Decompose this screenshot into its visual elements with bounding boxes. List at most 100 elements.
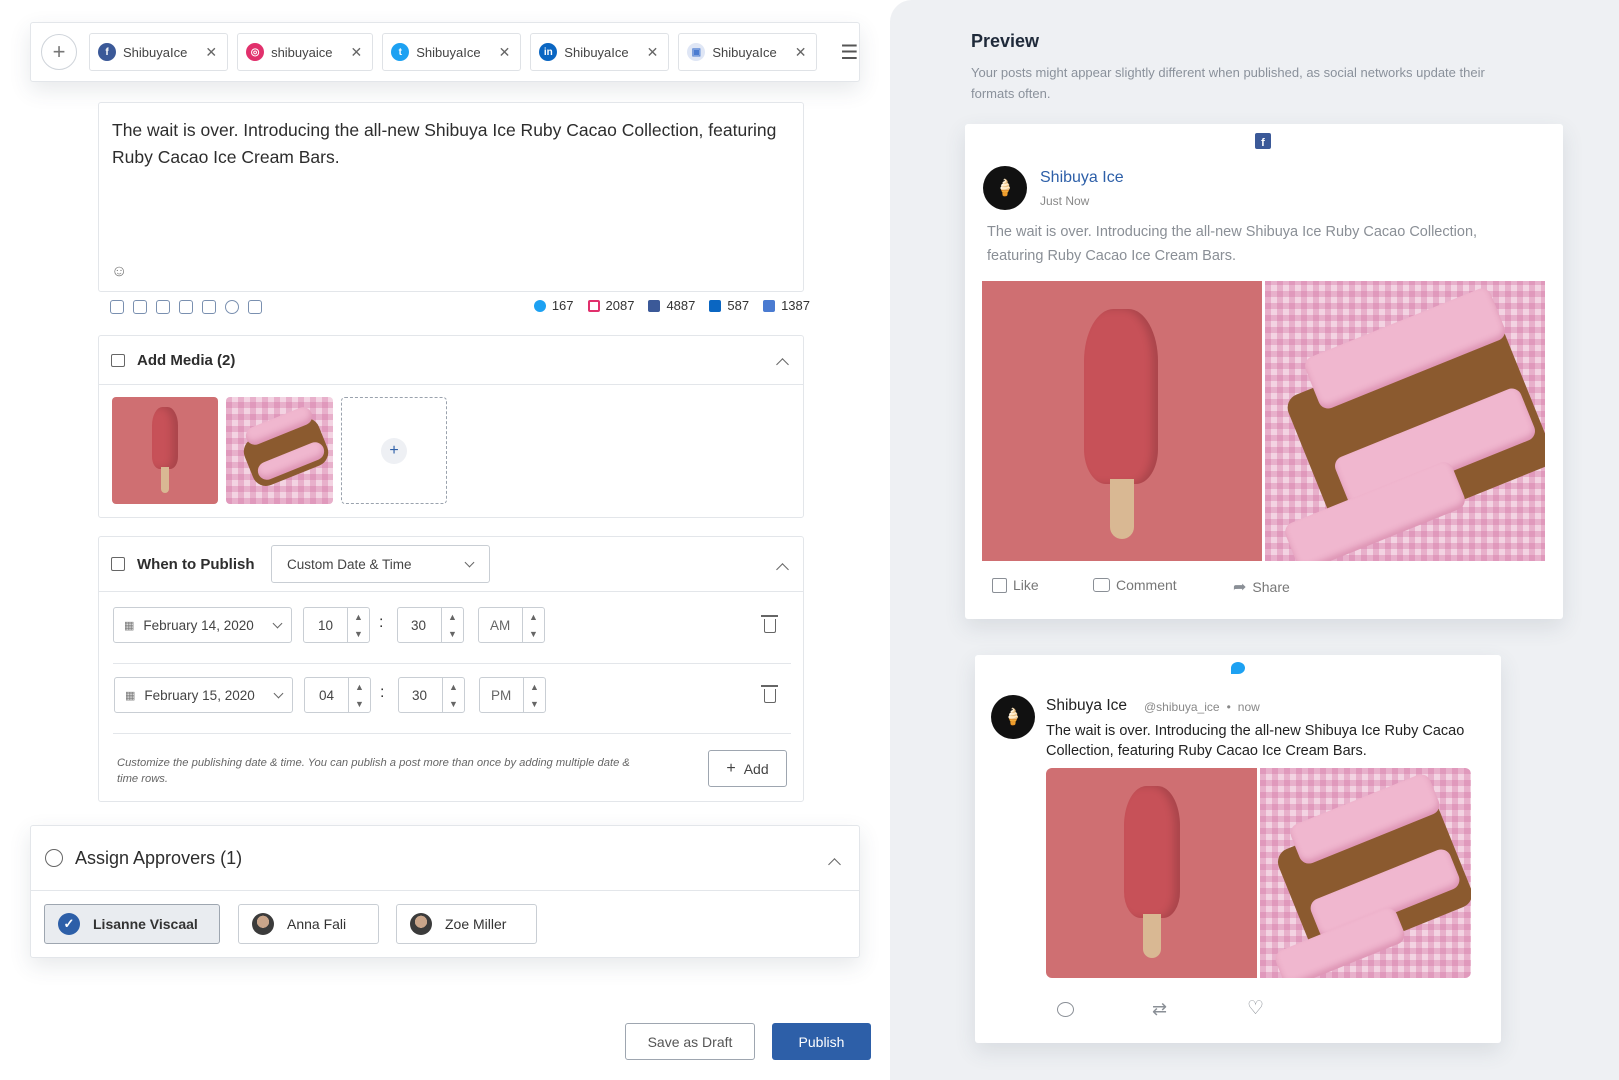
approvers-section: Assign Approvers (1) ✓ Lisanne Viscaal A… bbox=[30, 825, 860, 958]
tag-icon[interactable] bbox=[133, 299, 147, 314]
linkedin-icon: in bbox=[539, 43, 558, 61]
publish-section: When to Publish Custom Date & Time ▦ Febr… bbox=[98, 536, 804, 802]
target-icon[interactable] bbox=[202, 299, 216, 314]
hour-value: 10 bbox=[318, 617, 334, 633]
minute-stepper[interactable]: 30 ▲ ▼ bbox=[397, 607, 464, 643]
plus-icon: + bbox=[726, 759, 736, 777]
fb-share-button[interactable]: ➦ Share bbox=[1233, 577, 1290, 597]
account-chip-facebook[interactable]: f ShibuyaIce ✕ bbox=[89, 33, 229, 71]
user-circle-icon bbox=[45, 849, 63, 867]
account-name: ShibuyaIce bbox=[712, 44, 777, 60]
preview-subtitle: Your posts might appear slightly differe… bbox=[971, 65, 1485, 101]
tw-name: Shibuya Ice bbox=[1046, 697, 1127, 714]
account-chip-linkedin[interactable]: in ShibuyaIce ✕ bbox=[530, 33, 670, 71]
hour-stepper[interactable]: 04 ▲ ▼ bbox=[304, 677, 371, 713]
approver-name: Anna Fali bbox=[287, 916, 347, 932]
linkedin-icon bbox=[709, 299, 722, 312]
account-name: ShibuyaIce bbox=[123, 44, 188, 60]
instagram-count: 2087 bbox=[605, 298, 635, 313]
media-header[interactable]: Add Media (2) bbox=[111, 336, 235, 384]
account-bar: + f ShibuyaIce ✕ ◎ shibuyaice ✕ t ShibuyaIce ✕… bbox=[30, 22, 860, 82]
calendar-icon: ▦ bbox=[125, 689, 136, 702]
heart-icon[interactable]: ♡ bbox=[1247, 997, 1264, 1020]
approver-anna[interactable]: Anna Fali bbox=[238, 904, 379, 944]
emoji-icon[interactable]: ☺ bbox=[111, 263, 127, 281]
reply-icon[interactable] bbox=[1057, 1002, 1074, 1017]
fb-post-text: The wait is over. Introducing the all-ne… bbox=[987, 224, 1478, 264]
post-composer[interactable]: The wait is over. Introducing the all-ne… bbox=[98, 102, 804, 292]
account-chip-gmb[interactable]: ▣ ShibuyaIce ✕ bbox=[678, 33, 818, 71]
image-icon[interactable] bbox=[110, 299, 124, 314]
calendar-icon bbox=[111, 557, 125, 571]
fb-comment-button[interactable]: Comment bbox=[1093, 577, 1177, 593]
twitter-icon bbox=[533, 299, 546, 312]
twitter-icon: t bbox=[391, 43, 410, 61]
tw-meta: @shibuya_ice • now bbox=[1144, 700, 1260, 714]
fb-image-2 bbox=[1265, 281, 1545, 561]
media-thumb-1[interactable] bbox=[112, 397, 218, 504]
post-text[interactable]: The wait is over. Introducing the all-ne… bbox=[99, 103, 803, 185]
preview-title: Preview bbox=[971, 31, 1040, 51]
chevron-up-icon[interactable] bbox=[776, 563, 789, 576]
alarm-icon[interactable] bbox=[248, 299, 262, 314]
share-label: Share bbox=[1252, 579, 1290, 595]
remove-icon[interactable]: ✕ bbox=[499, 44, 511, 61]
retweet-icon[interactable]: ⇄ bbox=[1152, 999, 1167, 1020]
trash-icon[interactable] bbox=[761, 685, 778, 703]
publish-hint: Customize the publishing date & time. Yo… bbox=[117, 757, 630, 785]
account-chip-instagram[interactable]: ◎ shibuyaice ✕ bbox=[237, 33, 374, 71]
remove-icon[interactable]: ✕ bbox=[647, 44, 659, 61]
fb-page-name: Shibuya Ice bbox=[1040, 169, 1124, 186]
date-picker[interactable]: ▦ February 14, 2020 bbox=[113, 607, 292, 643]
trash-icon[interactable] bbox=[761, 615, 778, 633]
minute-stepper[interactable]: 30 ▲ ▼ bbox=[398, 677, 465, 713]
date-value: February 15, 2020 bbox=[144, 687, 255, 703]
chevron-up-icon[interactable] bbox=[776, 358, 789, 371]
save-draft-button[interactable]: Save as Draft bbox=[625, 1023, 755, 1060]
publish-mode-select[interactable]: Custom Date & Time bbox=[271, 545, 490, 583]
media-thumb-2[interactable] bbox=[226, 397, 333, 504]
ampm-stepper[interactable]: AM ▲ ▼ bbox=[478, 607, 545, 643]
linkedin-count: 587 bbox=[727, 298, 750, 313]
remove-icon[interactable]: ✕ bbox=[351, 44, 363, 61]
avatar bbox=[252, 913, 274, 935]
settings-sliders-icon[interactable]: ☰ bbox=[840, 40, 858, 65]
add-label: Add bbox=[743, 760, 769, 777]
ampm-stepper[interactable]: PM ▲ ▼ bbox=[479, 677, 546, 713]
business-icon bbox=[763, 299, 776, 312]
fb-post-time: Just Now bbox=[1040, 194, 1090, 208]
publish-button[interactable]: Publish bbox=[772, 1023, 871, 1060]
plus-icon: + bbox=[381, 437, 407, 464]
remove-icon[interactable]: ✕ bbox=[205, 44, 217, 61]
dollar-icon[interactable] bbox=[225, 299, 239, 314]
tw-image-2 bbox=[1260, 768, 1471, 978]
comment-label: Comment bbox=[1116, 577, 1177, 593]
remove-icon[interactable]: ✕ bbox=[795, 44, 807, 61]
ampm-value: PM bbox=[491, 687, 512, 703]
composer-toolbar: 167 2087 4887 587 1387 bbox=[110, 298, 810, 318]
twitter-icon bbox=[1231, 662, 1245, 674]
add-account-button[interactable]: + bbox=[41, 34, 77, 70]
approvers-header[interactable]: Assign Approvers (1) bbox=[45, 826, 242, 890]
add-media-button[interactable]: + bbox=[341, 397, 447, 504]
hour-stepper[interactable]: 10 ▲ ▼ bbox=[303, 607, 370, 643]
link-icon[interactable] bbox=[156, 299, 170, 314]
twitter-count: 167 bbox=[551, 298, 574, 313]
chevron-up-icon[interactable] bbox=[828, 858, 841, 871]
fb-like-button[interactable]: Like bbox=[992, 577, 1039, 593]
publish-mode-value: Custom Date & Time bbox=[287, 556, 412, 572]
approver-name: Zoe Miller bbox=[445, 916, 507, 932]
chevron-down-icon bbox=[464, 557, 475, 568]
megaphone-icon[interactable] bbox=[179, 299, 193, 314]
media-section: Add Media (2) + bbox=[98, 335, 804, 518]
add-row-button[interactable]: + Add bbox=[708, 750, 787, 787]
tw-time: now bbox=[1237, 700, 1260, 714]
approver-zoe[interactable]: Zoe Miller bbox=[396, 904, 537, 944]
approver-name: Lisanne Viscaal bbox=[93, 916, 198, 932]
account-chip-twitter[interactable]: t ShibuyaIce ✕ bbox=[382, 33, 522, 71]
twitter-preview-card: 🍦 Shibuya Ice @shibuya_ice • now The wait … bbox=[975, 655, 1501, 1043]
tw-text: The wait is over. Introducing the all-ne… bbox=[1046, 723, 1465, 759]
account-name: ShibuyaIce bbox=[416, 44, 481, 60]
approver-lisanne[interactable]: ✓ Lisanne Viscaal bbox=[44, 904, 220, 944]
date-picker[interactable]: ▦ February 15, 2020 bbox=[114, 677, 293, 713]
